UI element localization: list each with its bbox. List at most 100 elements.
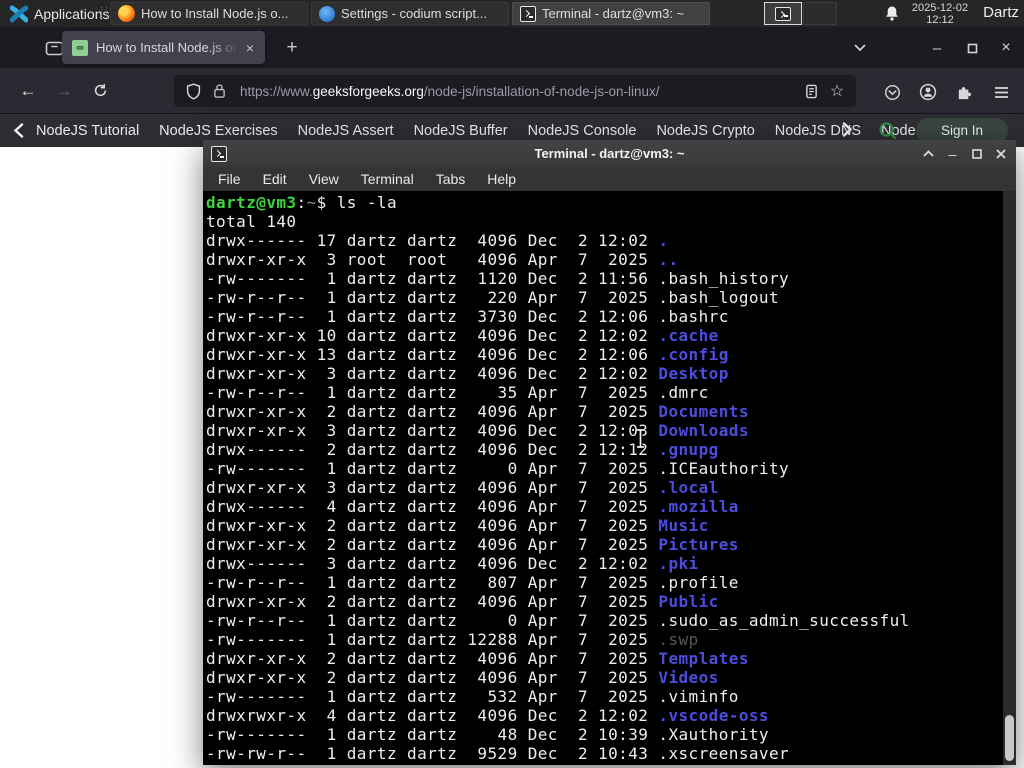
nav-scroll-right-chevron-icon[interactable] [842,122,853,137]
terminal-output-line: drwxr-xr-x 2 dartz dartz 4096 Apr 7 2025… [206,649,749,668]
file-name: Templates [658,649,749,668]
file-name: Pictures [658,535,739,554]
terminal-output-line: drwxr-xr-x 3 dartz dartz 4096 Dec 2 12:0… [206,421,749,440]
terminal-menu-edit[interactable]: Edit [252,169,298,189]
maximize-button[interactable] [969,146,984,161]
prompt-command: ls -la [336,193,398,212]
vscodium-icon [319,5,335,22]
window-minimize-button[interactable]: – [925,37,949,59]
file-name: .xscreensaver [658,744,790,763]
terminal-icon [775,6,791,21]
minimize-button[interactable]: – [945,146,960,162]
browser-tab-active[interactable]: ∞ How to Install Node.js on × [62,31,265,64]
pocket-icon[interactable] [878,80,906,104]
terminal-output-line: -rw-r--r-- 1 dartz dartz 0 Apr 7 2025 .s… [206,611,910,630]
terminal-window: Terminal - dartz@vm3: ~ – File Edit View Te… [203,140,1016,765]
terminal-output-line: drwxr-xr-x 2 dartz dartz 4096 Apr 7 2025… [206,402,749,421]
terminal-output-line: drwxrwxr-x 4 dartz dartz 4096 Dec 2 12:0… [206,706,769,725]
taskbar-window-firefox[interactable]: How to Install Node.js o... [110,2,308,25]
file-name: Documents [658,402,749,421]
file-name: Public [658,592,719,611]
file-name: . [658,231,669,250]
terminal-output-line: drwxr-xr-x 3 root root 4096 Apr 7 2025 .… [206,250,679,269]
file-name: Desktop [658,364,729,383]
terminal-prompt-line: dartz@vm3:~$ ls -la [206,193,910,212]
terminal-output-line: drwxr-xr-x 2 dartz dartz 4096 Apr 7 2025… [206,535,739,554]
forward-button[interactable]: → [50,77,78,105]
account-icon[interactable] [914,80,942,104]
terminal-scrollbar[interactable] [1003,191,1016,765]
file-name: Music [658,516,709,535]
taskbar-window-terminal[interactable]: Terminal - dartz@vm3: ~ [512,2,710,25]
terminal-output-line: -rw-r--r-- 1 dartz dartz 807 Apr 7 2025 … [206,573,739,592]
file-name: .vscode-oss [658,706,769,725]
nav-link-2[interactable]: NodeJS Assert [298,123,394,139]
tasklist-grip [101,7,107,20]
terminal-output-line: drwxr-xr-x 13 dartz dartz 4096 Dec 2 12:… [206,345,729,364]
terminal-titlebar[interactable]: Terminal - dartz@vm3: ~ – [203,140,1016,167]
tab-close-button[interactable]: × [241,39,259,57]
terminal-output-line: drwxr-xr-x 10 dartz dartz 4096 Dec 2 12:… [206,326,719,345]
taskbar-window-title: How to Install Node.js o... [141,6,289,21]
lock-icon[interactable] [206,78,232,104]
new-tab-button[interactable]: + [280,36,304,60]
hamburger-menu-icon[interactable] [987,80,1015,104]
terminal-scrollbar-thumb[interactable] [1005,715,1014,761]
file-name: Videos [658,668,719,687]
reload-button[interactable] [86,77,114,105]
file-name: .mozilla [658,497,739,516]
window-maximize-button[interactable] [960,37,984,59]
reader-mode-icon[interactable] [798,78,824,104]
prompt-user-host: dartz@vm3 [206,193,297,212]
nav-scroll-left-chevron-icon[interactable] [13,123,24,138]
notification-bell-icon[interactable] [884,5,900,22]
file-name: Downloads [658,421,749,440]
tracking-shield-icon[interactable] [180,78,206,104]
file-name: .pki [658,554,699,573]
terminal-output-line: drwxr-xr-x 3 dartz dartz 4096 Apr 7 2025… [206,478,719,497]
url-bar[interactable]: https://www.geeksforgeeks.org/node-js/in… [174,75,856,107]
terminal-output-line: -rw------- 1 dartz dartz 532 Apr 7 2025 … [206,687,739,706]
taskbar-window-vscodium[interactable]: Settings - codium script... [311,2,509,25]
terminal-body[interactable]: dartz@vm3:~$ ls -la total 140 drwx------… [203,191,1016,765]
url-domain: geeksforgeeks.org [312,83,424,99]
panel-clock[interactable]: 2025-12-02 12:12 [905,2,975,26]
search-icon[interactable] [878,121,897,140]
terminal-icon [211,145,227,162]
file-name: .. [658,250,679,269]
close-button[interactable] [993,146,1008,161]
shade-button[interactable] [921,146,936,161]
nav-link-0[interactable]: NodeJS Tutorial [36,123,139,139]
terminal-menu-file[interactable]: File [207,169,252,189]
clock-date: 2025-12-02 [911,2,969,14]
terminal-output-line: -rw-r--r-- 1 dartz dartz 3730 Dec 2 12:0… [206,307,729,326]
list-all-tabs-button[interactable] [848,37,872,59]
panel-username[interactable]: Dartz [983,4,1019,21]
window-close-button[interactable]: × [994,37,1018,59]
tab-title: How to Install Node.js on [96,40,240,55]
terminal-menubar: File Edit View Terminal Tabs Help [203,167,1016,191]
nav-link-3[interactable]: NodeJS Buffer [414,123,508,139]
file-name: .viminfo [658,687,739,706]
url-scheme: https://www. [240,83,313,99]
nav-link-5[interactable]: NodeJS Crypto [656,123,754,139]
xubuntu-logo-icon [10,5,28,22]
terminal-menu-terminal[interactable]: Terminal [350,169,425,189]
workspace-switcher-empty[interactable] [803,2,837,25]
nav-link-1[interactable]: NodeJS Exercises [159,123,277,139]
terminal-listing: dartz@vm3:~$ ls -la total 140 drwx------… [206,193,910,763]
back-button[interactable]: ← [14,77,42,105]
bookmark-star-icon[interactable]: ☆ [824,78,850,104]
extensions-puzzle-icon[interactable] [950,80,978,104]
terminal-icon [520,5,536,22]
terminal-menu-view[interactable]: View [298,169,350,189]
workspace-switcher-active[interactable] [764,2,802,25]
nav-link-4[interactable]: NodeJS Console [528,123,637,139]
file-name: .profile [658,573,739,592]
terminal-output-line: -rw------- 1 dartz dartz 48 Dec 2 10:39 … [206,725,769,744]
terminal-menu-tabs[interactable]: Tabs [425,169,477,189]
terminal-menu-help[interactable]: Help [476,169,527,189]
geeksforgeeks-favicon: ∞ [72,39,88,56]
file-name: .local [658,478,719,497]
applications-label: Applications [34,5,110,22]
